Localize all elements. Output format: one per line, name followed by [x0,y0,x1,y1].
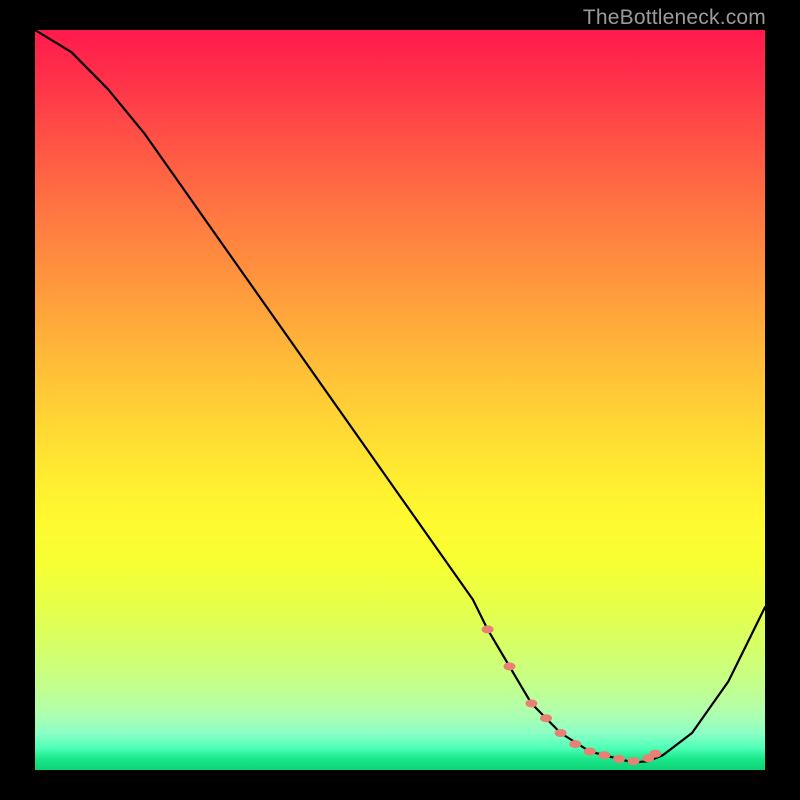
plot-area [35,30,765,770]
highlight-dot [525,699,537,707]
highlight-dot [613,755,625,763]
highlight-dot [584,748,596,756]
curve-layer [35,30,765,770]
highlight-dot [650,750,662,758]
highlight-dot [482,625,494,633]
highlight-dot [555,729,567,737]
chart-frame: TheBottleneck.com [0,0,800,800]
highlight-dot [628,757,640,765]
highlight-dot [598,751,610,759]
highlight-dot [504,662,516,670]
bottleneck-curve [35,30,765,763]
watermark-text: TheBottleneck.com [583,6,766,30]
highlight-dot [540,714,552,722]
highlight-dots [482,625,662,765]
highlight-dot [569,740,581,748]
